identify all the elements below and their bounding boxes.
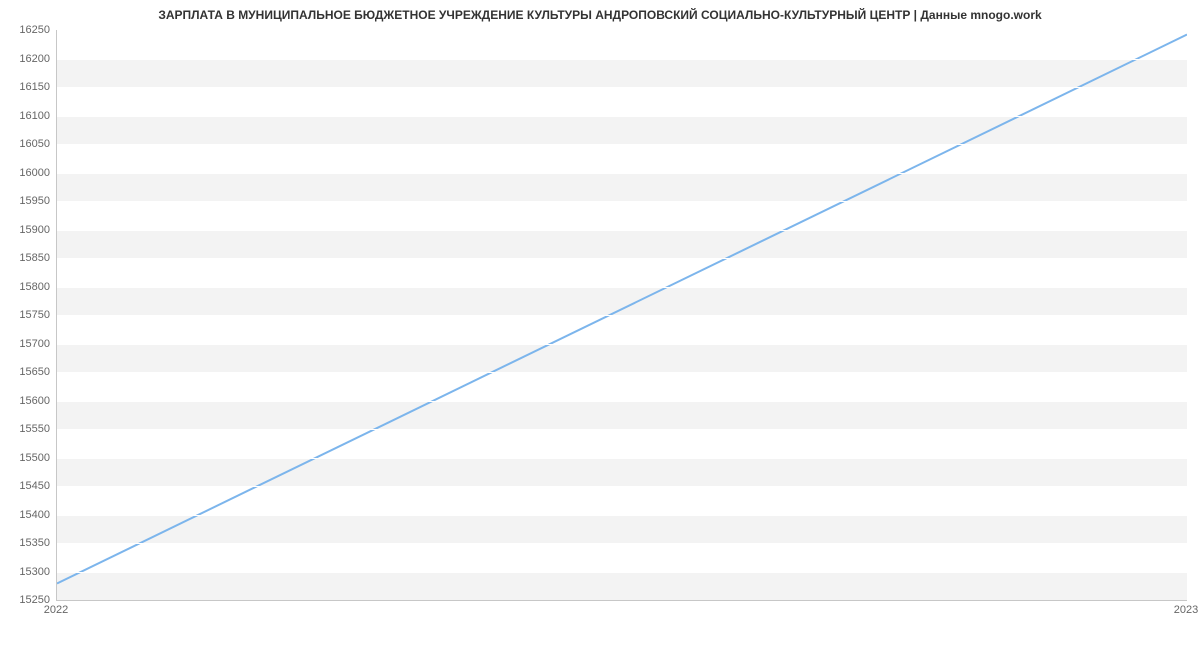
y-tick-label: 15750 <box>6 309 50 321</box>
y-tick-label: 15500 <box>6 452 50 464</box>
y-gridline <box>57 287 1187 288</box>
y-tick-label: 15700 <box>6 338 50 350</box>
y-tick-label: 15450 <box>6 480 50 492</box>
y-tick-label: 16000 <box>6 167 50 179</box>
y-gridline <box>57 315 1187 316</box>
y-gridline <box>57 87 1187 88</box>
x-tick-label: 2023 <box>1174 604 1198 616</box>
plot-area <box>56 30 1187 601</box>
y-gridline <box>57 515 1187 516</box>
y-gridline <box>57 258 1187 259</box>
y-tick-label: 15800 <box>6 281 50 293</box>
y-gridline <box>57 201 1187 202</box>
line-series <box>57 35 1187 584</box>
y-gridline <box>57 429 1187 430</box>
y-gridline <box>57 59 1187 60</box>
y-tick-label: 16250 <box>6 24 50 36</box>
y-tick-label: 15900 <box>6 224 50 236</box>
chart-container: ЗАРПЛАТА В МУНИЦИПАЛЬНОЕ БЮДЖЕТНОЕ УЧРЕЖ… <box>0 0 1200 650</box>
y-tick-label: 15650 <box>6 366 50 378</box>
y-tick-label: 15350 <box>6 537 50 549</box>
y-gridline <box>57 458 1187 459</box>
y-tick-label: 15600 <box>6 395 50 407</box>
y-tick-label: 15300 <box>6 566 50 578</box>
x-tick-label: 2022 <box>44 604 68 616</box>
y-tick-label: 16150 <box>6 81 50 93</box>
y-tick-label: 15850 <box>6 252 50 264</box>
y-gridline <box>57 230 1187 231</box>
y-gridline <box>57 600 1187 601</box>
y-gridline <box>57 543 1187 544</box>
y-tick-label: 15950 <box>6 195 50 207</box>
y-gridline <box>57 344 1187 345</box>
y-tick-label: 15400 <box>6 509 50 521</box>
chart-title: ЗАРПЛАТА В МУНИЦИПАЛЬНОЕ БЮДЖЕТНОЕ УЧРЕЖ… <box>0 8 1200 22</box>
y-gridline <box>57 173 1187 174</box>
y-gridline <box>57 401 1187 402</box>
y-gridline <box>57 116 1187 117</box>
y-tick-label: 16100 <box>6 110 50 122</box>
y-tick-label: 15550 <box>6 423 50 435</box>
y-gridline <box>57 144 1187 145</box>
y-gridline <box>57 30 1187 31</box>
y-tick-label: 16050 <box>6 138 50 150</box>
y-tick-label: 16200 <box>6 53 50 65</box>
y-gridline <box>57 486 1187 487</box>
y-gridline <box>57 572 1187 573</box>
y-gridline <box>57 372 1187 373</box>
